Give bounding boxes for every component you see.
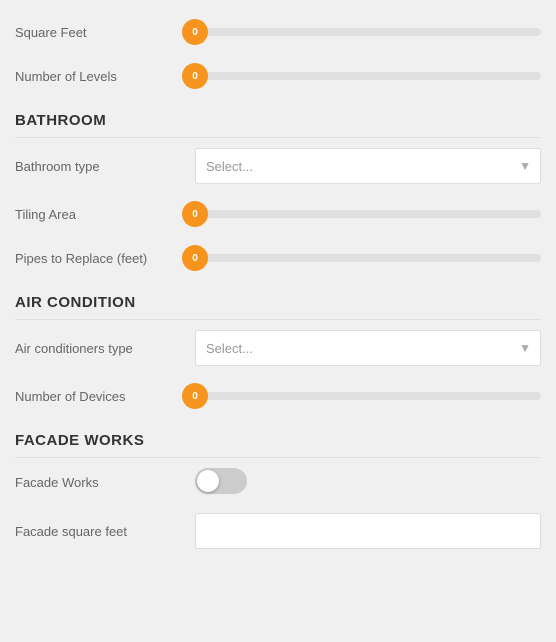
number-of-levels-thumb[interactable]: 0	[182, 63, 208, 89]
facade-square-feet-row: Facade square feet	[15, 505, 541, 557]
number-of-levels-slider-container: 0	[195, 72, 541, 80]
bathroom-type-select[interactable]: Select...	[195, 148, 541, 184]
facade-works-row: Facade Works	[15, 460, 541, 505]
number-of-devices-thumb[interactable]: 0	[182, 383, 208, 409]
number-of-devices-row: Number of Devices 0	[15, 374, 541, 418]
facade-works-section-heading: FACADE WORKS	[15, 418, 541, 455]
facade-square-feet-label: Facade square feet	[15, 524, 195, 539]
tiling-area-row: Tiling Area 0	[15, 192, 541, 236]
facade-works-label: Facade Works	[15, 475, 195, 490]
number-of-levels-track: 0	[195, 72, 541, 80]
pipes-to-replace-thumb[interactable]: 0	[182, 245, 208, 271]
square-feet-thumb[interactable]: 0	[182, 19, 208, 45]
pipes-to-replace-slider-container: 0	[195, 254, 541, 262]
air-conditioners-type-row: Air conditioners type Select... ▼	[15, 322, 541, 374]
bathroom-section-heading: BATHROOM	[15, 98, 541, 135]
number-of-devices-track: 0	[195, 392, 541, 400]
bathroom-type-row: Bathroom type Select... ▼	[15, 140, 541, 192]
bathroom-type-select-container: Select... ▼	[195, 148, 541, 184]
number-of-devices-slider-container: 0	[195, 392, 541, 400]
tiling-area-label: Tiling Area	[15, 207, 195, 222]
tiling-area-track: 0	[195, 210, 541, 218]
number-of-levels-row: Number of Levels 0	[15, 54, 541, 98]
pipes-to-replace-track: 0	[195, 254, 541, 262]
square-feet-slider-container: 0	[195, 28, 541, 36]
square-feet-track: 0	[195, 28, 541, 36]
air-conditioners-type-label: Air conditioners type	[15, 341, 195, 356]
facade-works-toggle-knob	[197, 470, 219, 492]
facade-works-toggle[interactable]	[195, 468, 247, 494]
pipes-to-replace-row: Pipes to Replace (feet) 0	[15, 236, 541, 280]
tiling-area-slider-container: 0	[195, 210, 541, 218]
air-conditioners-type-select[interactable]: Select...	[195, 330, 541, 366]
number-of-levels-label: Number of Levels	[15, 69, 195, 84]
tiling-area-thumb[interactable]: 0	[182, 201, 208, 227]
air-condition-section-heading: AIR CONDITION	[15, 280, 541, 317]
pipes-to-replace-label: Pipes to Replace (feet)	[15, 251, 195, 266]
number-of-devices-label: Number of Devices	[15, 389, 195, 404]
air-conditioners-type-select-container: Select... ▼	[195, 330, 541, 366]
facade-square-feet-input[interactable]	[195, 513, 541, 549]
square-feet-label: Square Feet	[15, 25, 195, 40]
facade-works-toggle-container	[195, 468, 541, 497]
square-feet-row: Square Feet 0	[15, 10, 541, 54]
bathroom-type-label: Bathroom type	[15, 159, 195, 174]
